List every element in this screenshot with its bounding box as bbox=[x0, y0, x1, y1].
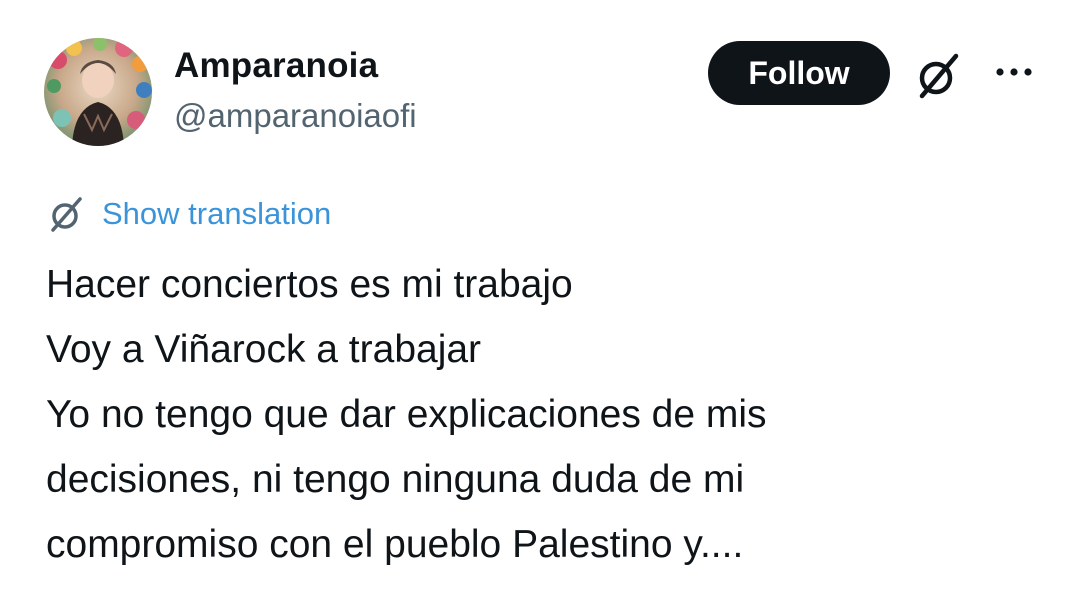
translate-icon bbox=[46, 194, 86, 234]
tweet-text-line: Yo no tengo que dar explicaciones de mis bbox=[46, 393, 767, 436]
grok-icon[interactable] bbox=[912, 50, 964, 102]
more-dots-icon[interactable] bbox=[992, 60, 1036, 84]
tweet-text-line: decisiones, ni tengo ninguna duda de mi bbox=[46, 458, 745, 501]
tweet-text-line: Voy a Viñarock a trabajar bbox=[46, 328, 482, 371]
author-names: Amparanoia @amparanoiaofi bbox=[174, 44, 417, 138]
tweet-card: Amparanoia @amparanoiaofi Follow Show tr… bbox=[0, 0, 1080, 592]
tweet-text: Hacer conciertos es mi trabajo Voy a Viñ… bbox=[46, 252, 1036, 577]
tweet-header: Amparanoia @amparanoiaofi Follow bbox=[44, 38, 1044, 148]
handle[interactable]: @amparanoiaofi bbox=[174, 94, 417, 138]
show-translation-link[interactable]: Show translation bbox=[102, 196, 331, 232]
tweet-text-line: compromiso con el pueblo Palestino y.... bbox=[46, 523, 744, 566]
avatar[interactable] bbox=[44, 38, 152, 146]
show-translation-row[interactable]: Show translation bbox=[46, 192, 331, 236]
display-name[interactable]: Amparanoia bbox=[174, 44, 417, 88]
avatar-image bbox=[44, 38, 152, 146]
follow-button[interactable]: Follow bbox=[708, 41, 890, 105]
tweet-text-line: Hacer conciertos es mi trabajo bbox=[46, 263, 573, 306]
